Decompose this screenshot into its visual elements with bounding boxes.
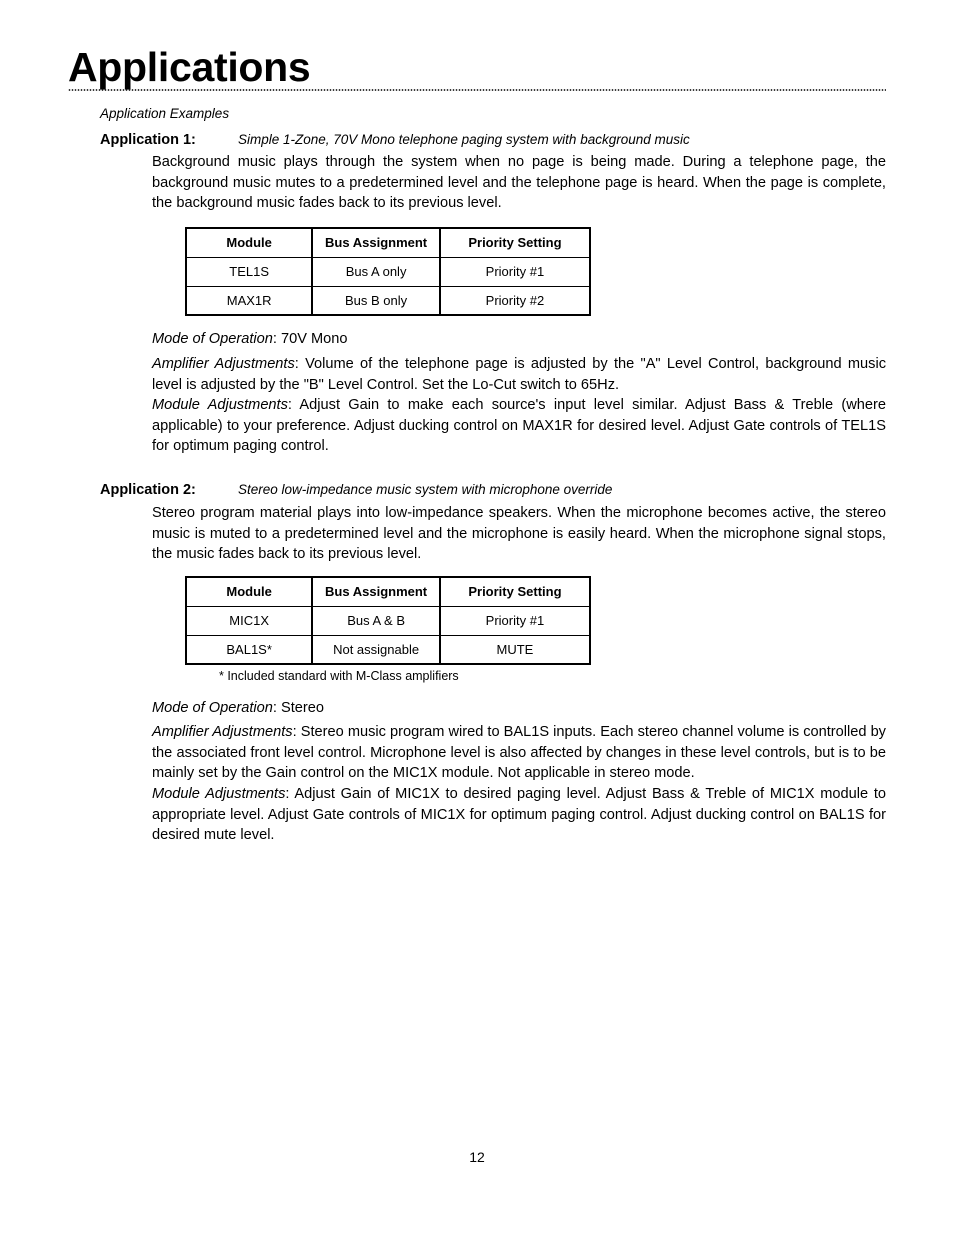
table-header-module: Module	[184, 227, 314, 258]
application-1-table: Module Bus Assignment Priority Setting T…	[184, 227, 592, 316]
application-2-description: Stereo low-impedance music system with m…	[238, 482, 613, 497]
document-page: Applications Application Examples Applic…	[0, 0, 954, 1235]
table-cell-module: MAX1R	[184, 285, 314, 316]
application-2-module-adjustments: Module Adjustments: Adjust Gain of MIC1X…	[152, 784, 886, 846]
table-header-module: Module	[184, 576, 314, 607]
table-header-priority-setting: Priority Setting	[438, 227, 592, 258]
table-header-row: Module Bus Assignment Priority Setting	[184, 227, 592, 258]
table-header-row: Module Bus Assignment Priority Setting	[184, 576, 592, 607]
page-header: Applications	[68, 44, 888, 90]
table-row: BAL1S* Not assignable MUTE	[184, 634, 592, 665]
application-1-heading: Application 1: Simple 1-Zone, 70V Mono te…	[100, 131, 890, 149]
mode-of-operation-value: : 70V Mono	[272, 331, 348, 347]
table-row: TEL1S Bus A only Priority #1	[184, 256, 592, 287]
application-1-mode-of-operation: Mode of Operation: 70V Mono	[152, 329, 886, 350]
mode-of-operation-label: Mode of Operation	[152, 700, 273, 716]
module-adjustments-label: Module Adjustments	[152, 786, 286, 802]
table-header-priority-setting: Priority Setting	[438, 576, 592, 607]
application-1-description: Simple 1-Zone, 70V Mono telephone paging…	[238, 132, 690, 147]
table-header-bus-assignment: Bus Assignment	[311, 576, 441, 607]
table-cell-bus-assignment: Bus A only	[311, 256, 441, 287]
mode-of-operation-label: Mode of Operation	[152, 331, 273, 347]
table-cell-priority-setting: MUTE	[438, 634, 592, 665]
table-header-bus-assignment: Bus Assignment	[311, 227, 441, 258]
table-cell-priority-setting: Priority #1	[438, 256, 592, 287]
table-cell-priority-setting: Priority #2	[438, 285, 592, 316]
table-cell-module: MIC1X	[184, 605, 314, 636]
amplifier-adjustments-label: Amplifier Adjustments	[152, 724, 293, 740]
application-2-heading: Application 2: Stereo low-impedance music…	[100, 481, 890, 499]
application-1-number: Application 1:	[100, 132, 196, 148]
application-1-amplifier-adjustments: Amplifier Adjustments: Volume of the tel…	[152, 354, 886, 395]
amplifier-adjustments-label: Amplifier Adjustments	[152, 356, 295, 372]
table-cell-bus-assignment: Not assignable	[311, 634, 441, 665]
application-2-number: Application 2:	[100, 482, 196, 498]
application-2-table: Module Bus Assignment Priority Setting M…	[184, 576, 592, 665]
table-cell-priority-setting: Priority #1	[438, 605, 592, 636]
module-adjustments-label: Module Adjustments	[152, 397, 288, 413]
table-row: MAX1R Bus B only Priority #2	[184, 285, 592, 316]
application-1-module-adjustments: Module Adjustments: Adjust Gain to make …	[152, 395, 886, 457]
section-label-application-examples: Application Examples	[100, 106, 230, 121]
table-cell-bus-assignment: Bus A & B	[311, 605, 441, 636]
application-2-intro-paragraph: Stereo program material plays into low-i…	[152, 505, 886, 562]
application-2-amplifier-adjustments: Amplifier Adjustments: Stereo music prog…	[152, 722, 886, 784]
page-title: Applications	[68, 44, 311, 90]
table-cell-bus-assignment: Bus B only	[311, 285, 441, 316]
application-2-mode-of-operation: Mode of Operation: Stereo	[152, 698, 886, 719]
page-number: 12	[469, 1149, 485, 1165]
table-cell-module: TEL1S	[184, 256, 314, 287]
table-row: MIC1X Bus A & B Priority #1	[184, 605, 592, 636]
table-cell-module: BAL1S*	[184, 634, 314, 665]
application-1-intro-paragraph: Background music plays through the syste…	[152, 154, 886, 211]
title-divider	[68, 89, 886, 91]
application-2-table-footnote: * Included standard with M-Class amplifi…	[219, 669, 459, 683]
mode-of-operation-value: : Stereo	[272, 700, 324, 716]
